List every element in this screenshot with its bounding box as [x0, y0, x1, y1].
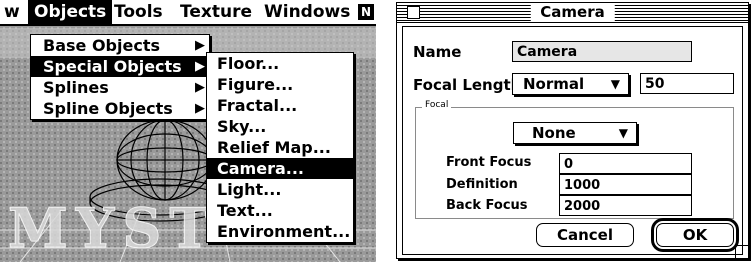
dialog-content: Name Camera Focal Length Normal ▼ 50 Foc…: [402, 26, 743, 255]
menu-item-splines[interactable]: Splines ▶: [31, 77, 209, 98]
definition-field[interactable]: 1000: [559, 174, 692, 195]
back-focus-label: Back Focus: [446, 198, 528, 213]
camera-dialog: Camera Name Camera Focal Length Normal ▼…: [396, 2, 749, 259]
menu-item-floor[interactable]: Floor...: [207, 53, 353, 74]
focal-length-popup[interactable]: Normal ▼: [512, 73, 629, 95]
menu-item-sky[interactable]: Sky...: [207, 116, 353, 137]
menu-item-light[interactable]: Light...: [207, 179, 353, 200]
menu-item-label: Spline Objects: [43, 99, 173, 118]
menu-item-spline-objects[interactable]: Spline Objects ▶: [31, 98, 209, 119]
front-focus-field[interactable]: 0: [559, 153, 692, 174]
objects-menu: Base Objects ▶ Special Objects ▶ Splines…: [30, 34, 210, 120]
menu-bar: w Objects Tools Texture Windows N: [0, 0, 376, 26]
modeler-window-screenshot: MYST w Objects Tools Texture Windows N B…: [0, 0, 376, 262]
back-focus-field[interactable]: 2000: [559, 195, 692, 216]
focal-length-popup-value: Normal: [523, 75, 585, 93]
focal-length-label: Focal Length: [413, 76, 522, 94]
focal-group-box: Focal None ▼ Front Focus 0 Definition 10…: [415, 100, 734, 219]
focal-mode-popup-value: None: [532, 124, 576, 142]
menu-item-fractal[interactable]: Fractal...: [207, 95, 353, 116]
front-focus-label: Front Focus: [446, 155, 532, 170]
submenu-arrow-icon: ▶: [195, 38, 205, 53]
app-menu-icon[interactable]: N: [358, 4, 374, 20]
menu-item-environment[interactable]: Environment...: [207, 221, 353, 242]
menu-item-figure[interactable]: Figure...: [207, 74, 353, 95]
special-objects-submenu: Floor... Figure... Fractal... Sky... Rel…: [206, 52, 354, 243]
menu-item-label: Base Objects: [43, 36, 160, 55]
ok-button[interactable]: OK: [656, 223, 734, 247]
name-label: Name: [413, 43, 462, 61]
menu-item-camera[interactable]: Camera...: [207, 158, 353, 179]
submenu-arrow-icon: ▶: [195, 80, 205, 95]
focal-length-field[interactable]: 50: [640, 73, 734, 94]
cancel-button[interactable]: Cancel: [536, 223, 634, 247]
submenu-arrow-icon: ▶: [195, 59, 205, 74]
menu-item-text[interactable]: Text...: [207, 200, 353, 221]
name-field[interactable]: Camera: [512, 41, 692, 62]
popup-arrow-icon: ▼: [610, 77, 620, 91]
menu-item-base-objects[interactable]: Base Objects ▶: [31, 35, 209, 56]
menu-windows[interactable]: Windows: [258, 0, 356, 24]
menu-item-label: Special Objects: [43, 57, 182, 76]
close-box-icon[interactable]: [407, 6, 420, 19]
definition-label: Definition: [446, 177, 518, 192]
menu-texture[interactable]: Texture: [174, 0, 258, 24]
resize-grip-icon[interactable]: [735, 245, 748, 258]
focal-mode-popup[interactable]: None ▼: [513, 122, 637, 144]
menu-tools[interactable]: Tools: [108, 0, 169, 24]
camera-dialog-screenshot: Camera Name Camera Focal Length Normal ▼…: [396, 0, 752, 262]
menu-item-relief-map[interactable]: Relief Map...: [207, 137, 353, 158]
popup-arrow-icon: ▼: [618, 126, 628, 140]
menu-item-special-objects[interactable]: Special Objects ▶: [31, 56, 209, 77]
focal-group-title: Focal: [422, 100, 452, 110]
menu-view-partial[interactable]: w: [0, 0, 26, 24]
dialog-title: Camera: [530, 3, 615, 22]
background-logo-text: MYST: [8, 196, 218, 261]
submenu-arrow-icon: ▶: [195, 101, 205, 116]
menu-objects[interactable]: Objects: [28, 0, 113, 24]
dialog-title-bar[interactable]: Camera: [397, 3, 748, 23]
menu-item-label: Splines: [43, 78, 109, 97]
